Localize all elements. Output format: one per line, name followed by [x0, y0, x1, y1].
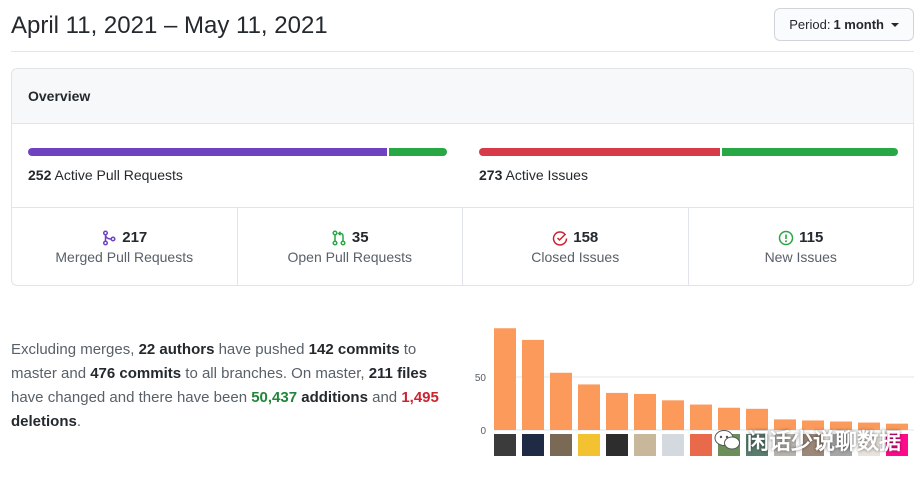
y-tick-label: 0: [480, 426, 486, 437]
new-issues-segment: [722, 148, 898, 156]
contributor-bar[interactable]: [578, 384, 600, 430]
contributor-bar[interactable]: [522, 339, 544, 430]
issues-progress-bar: [479, 148, 898, 156]
pull-requests-progress-bar: [28, 148, 447, 156]
closed-issues-stat[interactable]: 158 Closed Issues: [463, 208, 689, 285]
additions-word: additions: [297, 389, 368, 406]
period-label: Period:: [789, 17, 831, 32]
deletions-count: 1,495: [401, 389, 439, 406]
issue-opened-icon: [778, 230, 794, 245]
contributor-avatar[interactable]: [634, 434, 656, 456]
page-header: April 11, 2021 – May 11, 2021 Period: 1 …: [11, 0, 914, 52]
merged-pr-segment: [28, 148, 388, 156]
contributor-avatar[interactable]: [522, 434, 544, 456]
closed-issues-label: Closed Issues: [531, 249, 620, 265]
merged-pr-count: 217: [122, 229, 148, 246]
contributor-avatar[interactable]: [550, 434, 572, 456]
merged-pull-requests-stat[interactable]: 217 Merged Pull Requests: [12, 208, 238, 285]
contributor-bar[interactable]: [690, 404, 712, 430]
deletions-word: deletions: [11, 413, 77, 430]
overview-panel: Overview 252 Active Pull Requests 273 Ac…: [11, 68, 914, 286]
overview-stats: 217 Merged Pull Requests 35 Open Pull Re…: [12, 208, 914, 285]
open-pr-label: Open Pull Requests: [287, 249, 413, 265]
overview-bars: 252 Active Pull Requests 273 Active Issu…: [12, 124, 913, 208]
contributor-bar[interactable]: [550, 372, 572, 430]
issue-closed-icon: [552, 230, 568, 246]
y-tick-label: 50: [475, 373, 487, 384]
watermark: 闲话少说聊数据: [713, 424, 901, 456]
commits-all-branches: 476 commits: [90, 365, 182, 382]
pull-request-icon: [332, 229, 346, 246]
active-issues-label: 273 Active Issues: [479, 167, 588, 183]
additions-count: 50,437: [251, 389, 298, 406]
open-pr-count: 35: [351, 229, 369, 246]
active-pull-requests-label: 252 Active Pull Requests: [28, 167, 183, 183]
contributor-avatar[interactable]: [662, 434, 684, 456]
contributor-avatar[interactable]: [606, 434, 628, 456]
commits-master: 142 commits: [308, 341, 400, 358]
open-pr-segment: [389, 148, 447, 156]
contributor-avatar[interactable]: [578, 434, 600, 456]
closed-issues-count: 158: [573, 229, 599, 246]
contributor-bar[interactable]: [606, 392, 628, 430]
contributor-avatar[interactable]: [690, 434, 712, 456]
commit-summary: Excluding merges, 22 authors have pushed…: [11, 341, 439, 430]
pull-requests-summary[interactable]: 252 Active Pull Requests: [28, 148, 447, 183]
merge-icon: [103, 229, 116, 246]
files-changed: 211 files: [368, 365, 428, 382]
issues-summary[interactable]: 273 Active Issues: [479, 148, 898, 183]
merged-pr-label: Merged Pull Requests: [55, 249, 194, 265]
wechat-icon: [714, 430, 740, 450]
contributor-bar[interactable]: [634, 393, 656, 430]
period-dropdown-button[interactable]: Period: 1 month: [774, 8, 914, 41]
closed-issues-segment: [479, 148, 721, 156]
watermark-text: 闲话少说聊数据: [746, 429, 901, 454]
authors-count: 22 authors: [138, 341, 215, 358]
contributor-bar[interactable]: [662, 400, 684, 430]
open-pull-requests-stat[interactable]: 35 Open Pull Requests: [238, 208, 463, 285]
caret-down-icon: [891, 22, 899, 27]
new-issues-label: New Issues: [764, 249, 837, 265]
new-issues-stat[interactable]: 115 New Issues: [689, 208, 914, 285]
period-value: 1 month: [833, 17, 884, 32]
contributor-avatar[interactable]: [494, 434, 516, 456]
overview-title: Overview: [12, 69, 913, 124]
date-range-title: April 11, 2021 – May 11, 2021: [11, 12, 328, 39]
contributor-bar[interactable]: [494, 328, 516, 430]
new-issues-count: 115: [799, 229, 824, 246]
